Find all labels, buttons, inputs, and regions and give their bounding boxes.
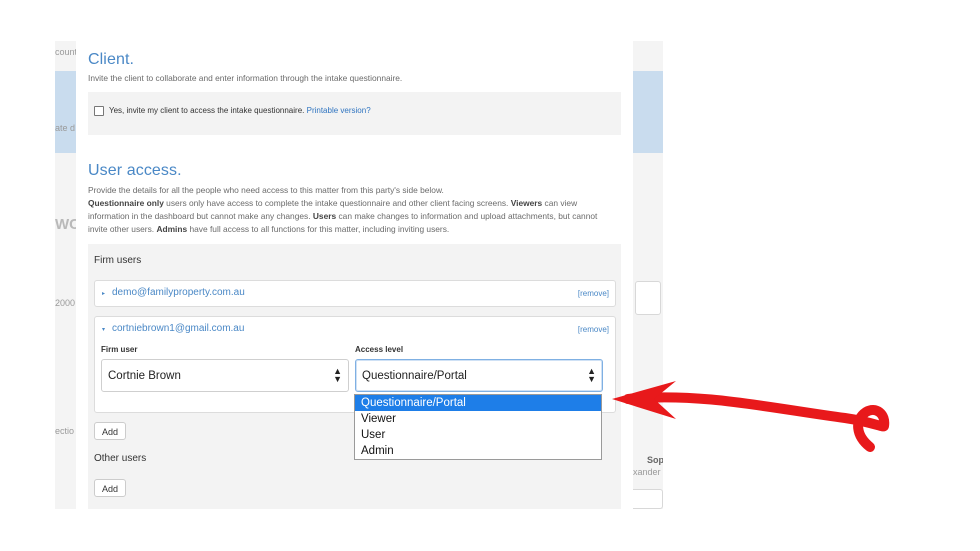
annotation-arrow-icon (612, 381, 890, 452)
